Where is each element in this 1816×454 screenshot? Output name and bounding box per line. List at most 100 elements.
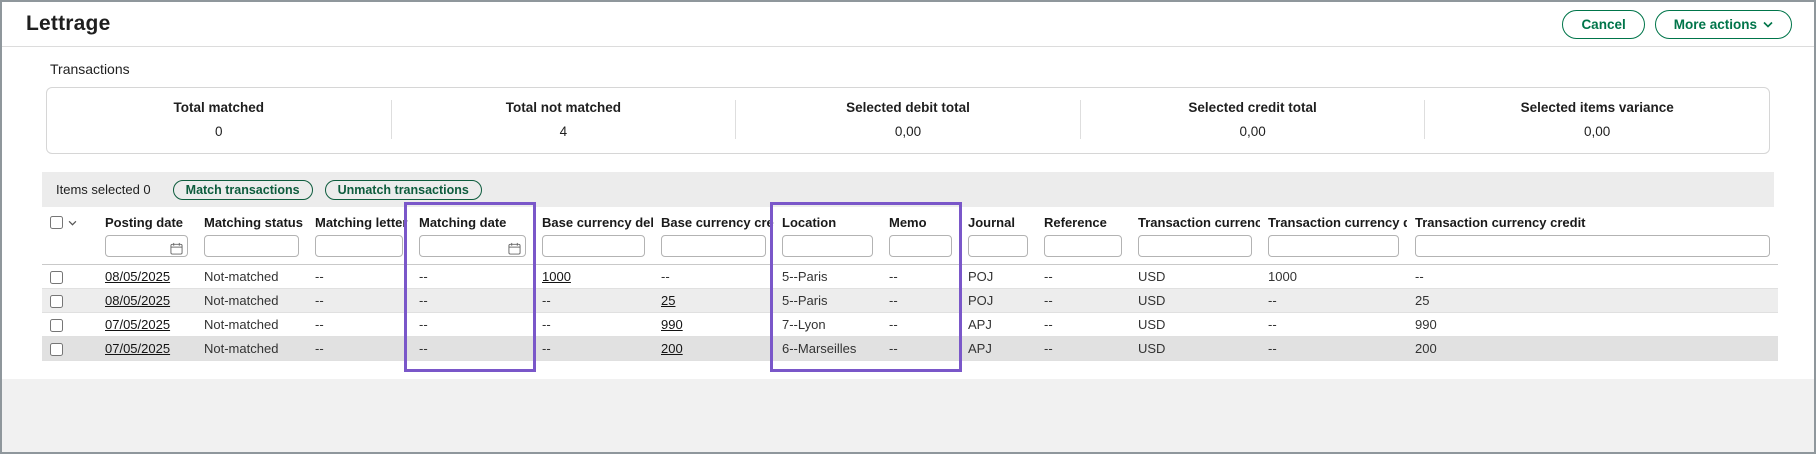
- items-selected-count: Items selected 0: [56, 182, 151, 197]
- content-area: Lettrage Cancel More actions Transaction…: [2, 2, 1814, 379]
- row-checkbox[interactable]: [50, 343, 63, 356]
- posting-date-link[interactable]: 07/05/2025: [105, 341, 170, 356]
- cell-base-debit: --: [534, 337, 653, 361]
- summary-total-matched: Total matched 0: [47, 100, 391, 139]
- unmatch-transactions-button[interactable]: Unmatch transactions: [325, 180, 482, 200]
- summary-selected-items-variance: Selected items variance 0,00: [1424, 100, 1769, 139]
- row-checkbox[interactable]: [50, 319, 63, 332]
- summary-value: 0,00: [1081, 124, 1425, 139]
- cell-location: 6--Marseilles: [774, 337, 881, 361]
- filter-matching-status-input[interactable]: [204, 235, 299, 257]
- transactions-table-wrap: Posting date Matching status Matching le…: [42, 207, 1774, 361]
- col-header-journal[interactable]: Journal: [960, 207, 1036, 232]
- more-actions-button[interactable]: More actions: [1655, 10, 1792, 39]
- col-header-matching-status[interactable]: Matching status: [196, 207, 307, 232]
- page-header: Lettrage Cancel More actions: [2, 2, 1814, 47]
- filter-location-input[interactable]: [782, 235, 873, 257]
- filter-memo-input[interactable]: [889, 235, 952, 257]
- cell-posting-date: 08/05/2025: [97, 289, 196, 313]
- cell-base-credit: 25: [653, 289, 774, 313]
- cell-transaction-debit: --: [1260, 313, 1407, 337]
- col-header-base-currency-credit[interactable]: Base currency credit: [653, 207, 774, 232]
- chevron-down-icon: [1763, 21, 1773, 28]
- cell-matching-date: --: [411, 289, 534, 313]
- cell-transaction-credit: 25: [1407, 289, 1778, 313]
- cell-transaction-currency: USD: [1130, 265, 1260, 289]
- summary-label: Selected items variance: [1425, 100, 1769, 115]
- cell-location: 5--Paris: [774, 265, 881, 289]
- filter-journal-input[interactable]: [968, 235, 1028, 257]
- selection-menu-chevron-icon[interactable]: [68, 220, 77, 226]
- table-row[interactable]: 08/05/2025 Not-matched -- -- -- 25 5--Pa…: [42, 289, 1778, 313]
- summary-label: Total not matched: [392, 100, 736, 115]
- col-header-reference[interactable]: Reference: [1036, 207, 1130, 232]
- cell-journal: POJ: [960, 265, 1036, 289]
- row-select-cell: [42, 289, 97, 313]
- col-header-transaction-currency[interactable]: Transaction currency: [1130, 207, 1260, 232]
- cell-location: 5--Paris: [774, 289, 881, 313]
- col-header-location[interactable]: Location: [774, 207, 881, 232]
- calendar-icon[interactable]: [508, 242, 521, 255]
- posting-date-link[interactable]: 08/05/2025: [105, 293, 170, 308]
- posting-date-link[interactable]: 08/05/2025: [105, 269, 170, 284]
- filter-matching-letter-input[interactable]: [315, 235, 403, 257]
- cell-base-debit: --: [534, 313, 653, 337]
- filter-base-credit-input[interactable]: [661, 235, 766, 257]
- col-header-matching-letter[interactable]: Matching letter: [307, 207, 411, 232]
- table-row[interactable]: 07/05/2025 Not-matched -- -- -- 200 6--M…: [42, 337, 1778, 361]
- col-header-transaction-currency-credit[interactable]: Transaction currency credit: [1407, 207, 1778, 232]
- cell-matching-letter: --: [307, 265, 411, 289]
- filter-transaction-credit-cell: [1407, 232, 1778, 265]
- filter-matching-status-cell: [196, 232, 307, 265]
- cell-transaction-currency: USD: [1130, 337, 1260, 361]
- filter-reference-input[interactable]: [1044, 235, 1122, 257]
- table-toolbar: Items selected 0 Match transactions Unma…: [42, 172, 1774, 207]
- posting-date-link[interactable]: 07/05/2025: [105, 317, 170, 332]
- cell-journal: APJ: [960, 337, 1036, 361]
- cell-base-credit: --: [653, 265, 774, 289]
- col-header-matching-date[interactable]: Matching date: [411, 207, 534, 232]
- cell-transaction-credit: 200: [1407, 337, 1778, 361]
- table-row[interactable]: 07/05/2025 Not-matched -- -- -- 990 7--L…: [42, 313, 1778, 337]
- col-header-posting-date[interactable]: Posting date: [97, 207, 196, 232]
- summary-value: 4: [392, 124, 736, 139]
- col-header-memo[interactable]: Memo: [881, 207, 960, 232]
- match-transactions-label: Match transactions: [186, 183, 300, 197]
- select-all-checkbox[interactable]: [50, 216, 63, 229]
- cell-matching-letter: --: [307, 313, 411, 337]
- filter-transaction-debit-input[interactable]: [1268, 235, 1399, 257]
- calendar-icon[interactable]: [170, 242, 183, 255]
- cancel-button[interactable]: Cancel: [1562, 10, 1644, 39]
- cell-matching-status: Not-matched: [196, 313, 307, 337]
- table-header-row: Posting date Matching status Matching le…: [42, 207, 1778, 232]
- filter-base-debit-input[interactable]: [542, 235, 645, 257]
- filter-base-credit-cell: [653, 232, 774, 265]
- table-row[interactable]: 08/05/2025 Not-matched -- -- 1000 -- 5--…: [42, 265, 1778, 289]
- col-header-base-currency-debit[interactable]: Base currency debit: [534, 207, 653, 232]
- cell-transaction-credit: --: [1407, 265, 1778, 289]
- row-select-cell: [42, 337, 97, 361]
- summary-total-not-matched: Total not matched 4: [391, 100, 736, 139]
- transactions-section-title: Transactions: [50, 61, 1814, 77]
- cell-transaction-debit: --: [1260, 337, 1407, 361]
- cell-matching-date: --: [411, 265, 534, 289]
- row-checkbox[interactable]: [50, 295, 63, 308]
- base-credit-link[interactable]: 200: [661, 341, 683, 356]
- summary-selected-debit-total: Selected debit total 0,00: [735, 100, 1080, 139]
- match-transactions-button[interactable]: Match transactions: [173, 180, 313, 200]
- base-credit-link[interactable]: 990: [661, 317, 683, 332]
- cell-base-credit: 990: [653, 313, 774, 337]
- base-credit-link[interactable]: 25: [661, 293, 675, 308]
- cell-matching-status: Not-matched: [196, 289, 307, 313]
- col-header-transaction-currency-debit[interactable]: Transaction currency debit: [1260, 207, 1407, 232]
- lettrage-screen: Lettrage Cancel More actions Transaction…: [0, 0, 1816, 454]
- cell-transaction-debit: --: [1260, 289, 1407, 313]
- base-debit-link[interactable]: 1000: [542, 269, 571, 284]
- filter-matching-date-cell: [411, 232, 534, 265]
- row-checkbox[interactable]: [50, 271, 63, 284]
- filter-transaction-debit-cell: [1260, 232, 1407, 265]
- filter-transaction-credit-input[interactable]: [1415, 235, 1770, 257]
- cell-memo: --: [881, 289, 960, 313]
- filter-transaction-currency-input[interactable]: [1138, 235, 1252, 257]
- filter-base-debit-cell: [534, 232, 653, 265]
